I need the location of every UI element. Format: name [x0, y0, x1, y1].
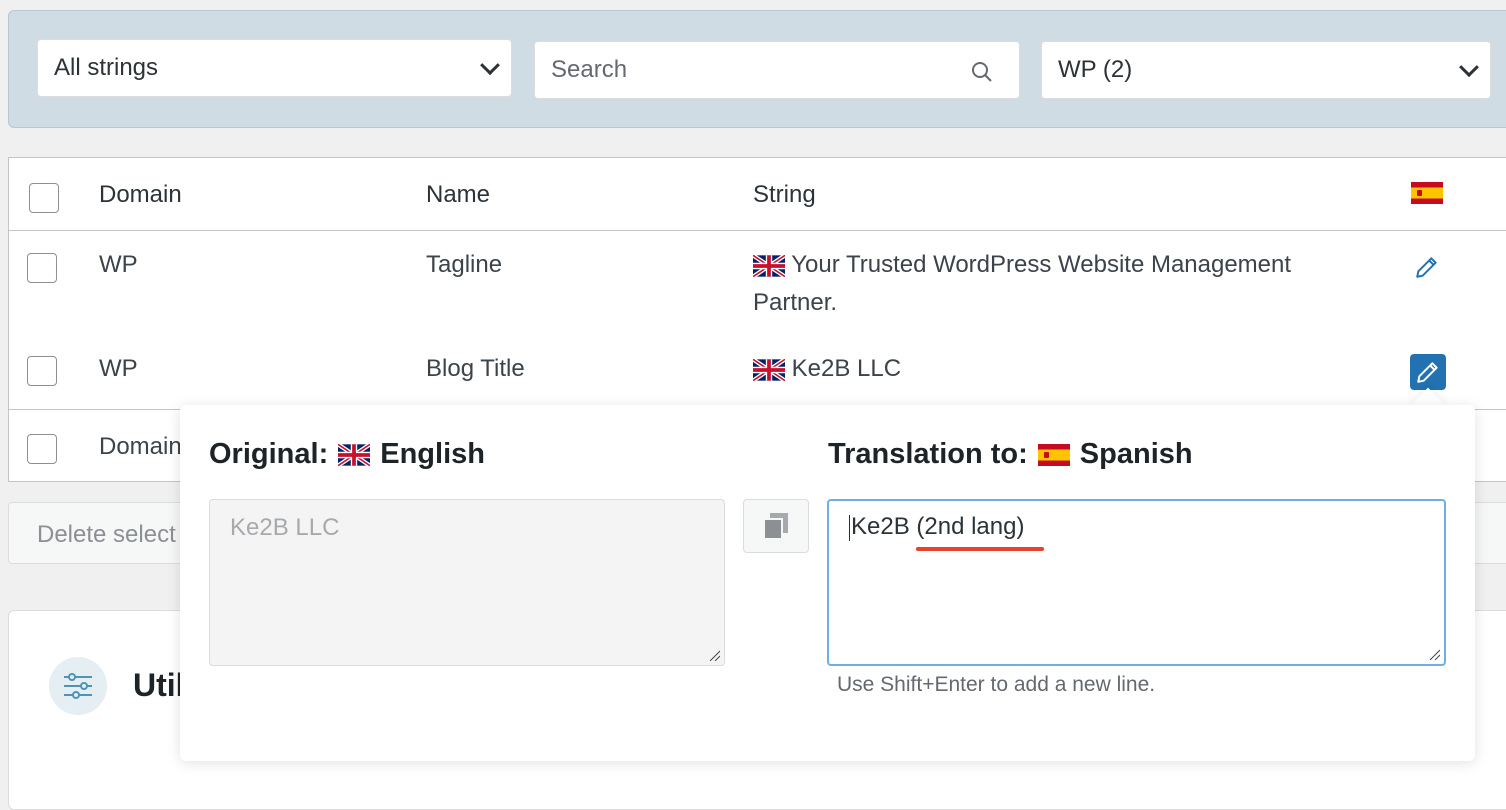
translation-language: Spanish	[1079, 438, 1193, 470]
original-text: Ke2B LLC	[230, 514, 340, 541]
row-checkbox[interactable]	[27, 253, 57, 283]
row-domain: WP	[99, 355, 138, 382]
flag-uk-icon	[753, 358, 785, 381]
header-domain[interactable]: Domain	[99, 181, 182, 209]
translation-label: Translation to:	[828, 438, 1028, 470]
delete-selected-button[interactable]: Delete select	[37, 521, 176, 549]
row-string: Your Trusted WordPress Website Managemen…	[753, 246, 1373, 322]
filter-bar: All strings Search WP (2)	[8, 10, 1506, 128]
row-string-text: Ke2B LLC	[791, 355, 902, 382]
row-string-text: Your Trusted WordPress Website Managemen…	[753, 251, 1292, 316]
flag-es-icon	[1037, 443, 1070, 466]
translation-popup: Original: English Translation to: Spanis…	[180, 405, 1475, 761]
search-icon[interactable]	[971, 61, 993, 83]
domain-select[interactable]: WP (2)	[1041, 41, 1491, 99]
row-checkbox[interactable]	[27, 434, 57, 464]
search-placeholder: Search	[551, 56, 628, 83]
original-language: English	[380, 438, 485, 470]
string-type-select-value: All strings	[54, 54, 159, 81]
translation-heading: Translation to: Spanish	[828, 438, 1193, 471]
header-name[interactable]: Name	[426, 181, 490, 209]
copy-icon	[763, 513, 788, 540]
copy-original-button[interactable]	[743, 499, 809, 553]
row-name: Blog Title	[426, 355, 525, 382]
flag-uk-icon	[753, 254, 785, 277]
row-domain: WP	[99, 251, 138, 278]
translation-text: Ke2B (2nd lang)	[851, 513, 1025, 540]
pencil-icon	[1417, 362, 1438, 383]
resize-handle-icon[interactable]	[1428, 648, 1440, 660]
string-type-select[interactable]: All strings	[37, 39, 512, 97]
original-label: Original:	[209, 438, 329, 470]
shift-enter-hint: Use Shift+Enter to add a new line.	[837, 673, 1156, 696]
pencil-icon	[1416, 257, 1437, 278]
flag-es-icon	[1411, 182, 1443, 204]
settings-sliders-icon	[49, 657, 107, 715]
original-text-field: Ke2B LLC	[209, 499, 725, 666]
header-string[interactable]: String	[753, 181, 816, 209]
utilities-title: Util	[133, 667, 185, 703]
edit-translation-button[interactable]	[1409, 249, 1445, 285]
domain-select-value: WP (2)	[1058, 56, 1133, 83]
chevron-down-icon	[480, 55, 500, 76]
table-header: Domain Name String	[9, 158, 1506, 231]
text-caret	[849, 514, 850, 541]
highlight-underline	[916, 547, 1044, 551]
select-all-checkbox[interactable]	[29, 183, 59, 213]
translation-textarea[interactable]: Ke2B (2nd lang)	[827, 499, 1446, 666]
edit-translation-button-active[interactable]	[1410, 354, 1446, 390]
row-string: Ke2B LLC	[753, 350, 901, 388]
resize-handle-icon[interactable]	[708, 649, 720, 661]
flag-uk-icon	[338, 443, 371, 466]
row-name: Tagline	[426, 251, 503, 278]
row-domain: Domain	[99, 433, 182, 460]
chevron-down-icon	[1459, 57, 1479, 78]
search-input[interactable]: Search	[534, 41, 1020, 99]
original-heading: Original: English	[209, 438, 485, 471]
row-checkbox[interactable]	[27, 356, 57, 386]
